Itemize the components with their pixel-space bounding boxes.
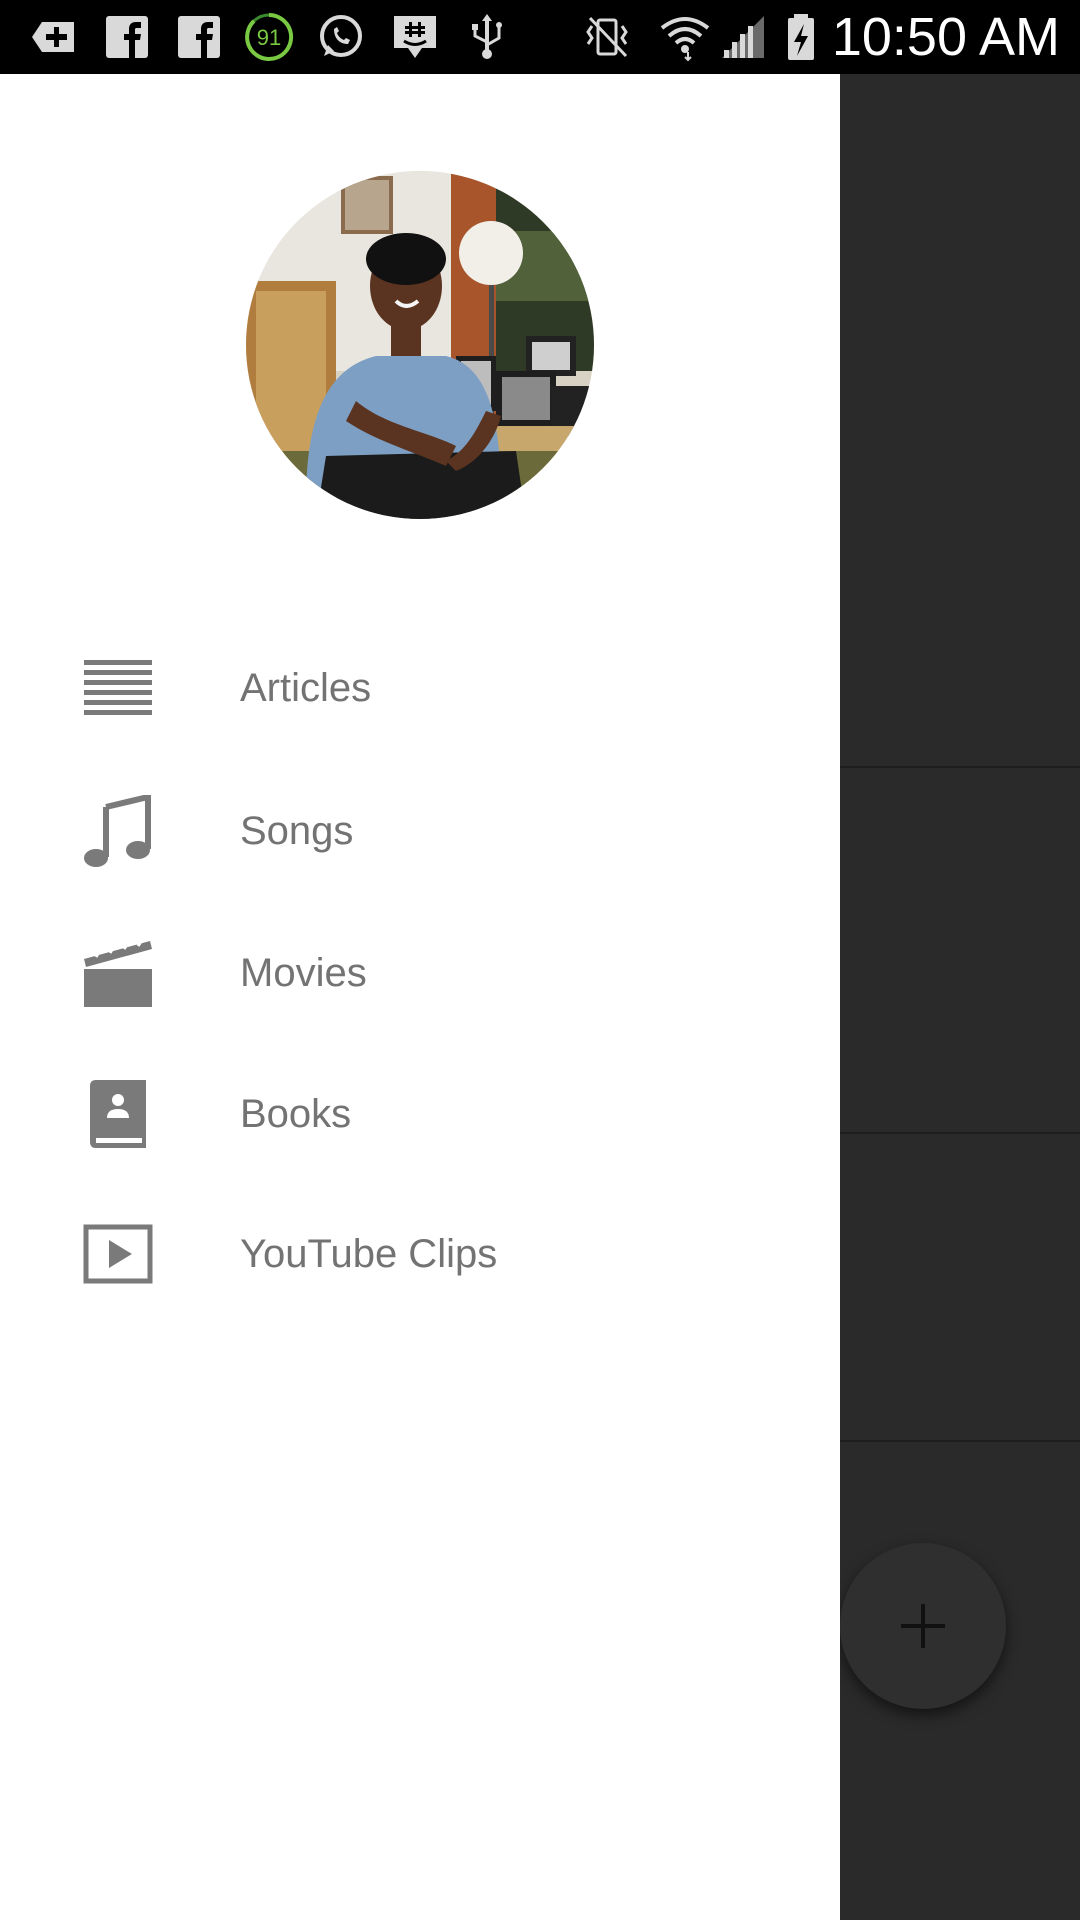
- vibrate-mute-icon: [586, 16, 628, 58]
- whatsapp-icon: [320, 15, 362, 57]
- play-box-icon: [83, 1224, 153, 1284]
- wifi-icon: [660, 17, 710, 62]
- drawer-item-youtube-clips[interactable]: YouTube Clips: [0, 1184, 840, 1324]
- navigation-drawer: Articles Songs Movies Books YouTube Clip…: [0, 74, 840, 1920]
- status-bar: 91 10:50 AM: [0, 0, 1080, 74]
- drawer-item-articles[interactable]: Articles: [0, 618, 840, 758]
- music-note-icon: [84, 795, 151, 867]
- clapperboard-icon: [84, 939, 152, 1007]
- book-icon: [90, 1080, 146, 1148]
- drawer-item-label: Articles: [240, 666, 372, 710]
- status-clock: 10:50 AM: [831, 7, 1060, 67]
- add-box-icon: [32, 22, 74, 52]
- battery-charging-icon: [788, 14, 814, 60]
- plus-icon: [901, 1604, 945, 1648]
- drawer-item-movies[interactable]: Movies: [0, 903, 840, 1043]
- profile-photo: [246, 171, 594, 519]
- svg-text:91: 91: [257, 25, 281, 50]
- facebook-icon: [178, 16, 220, 58]
- drawer-item-books[interactable]: Books: [0, 1044, 840, 1184]
- drawer-item-label: Books: [240, 1092, 352, 1136]
- battery-saver-badge-icon: 91: [245, 12, 294, 61]
- list-divider: [840, 766, 1080, 768]
- drawer-item-label: Movies: [240, 951, 367, 995]
- add-fab-button[interactable]: [840, 1543, 1006, 1709]
- list-divider: [840, 1132, 1080, 1134]
- articles-icon: [84, 660, 152, 715]
- facebook-icon: [106, 16, 148, 58]
- profile-avatar[interactable]: [246, 171, 594, 519]
- drawer-item-songs[interactable]: Songs: [0, 761, 840, 901]
- drawer-item-label: YouTube Clips: [240, 1232, 498, 1276]
- usb-icon: [472, 14, 502, 59]
- list-divider: [840, 1440, 1080, 1442]
- drawer-item-label: Songs: [240, 809, 354, 853]
- cell-signal-icon: [722, 16, 764, 58]
- chat-app-icon: [394, 16, 436, 58]
